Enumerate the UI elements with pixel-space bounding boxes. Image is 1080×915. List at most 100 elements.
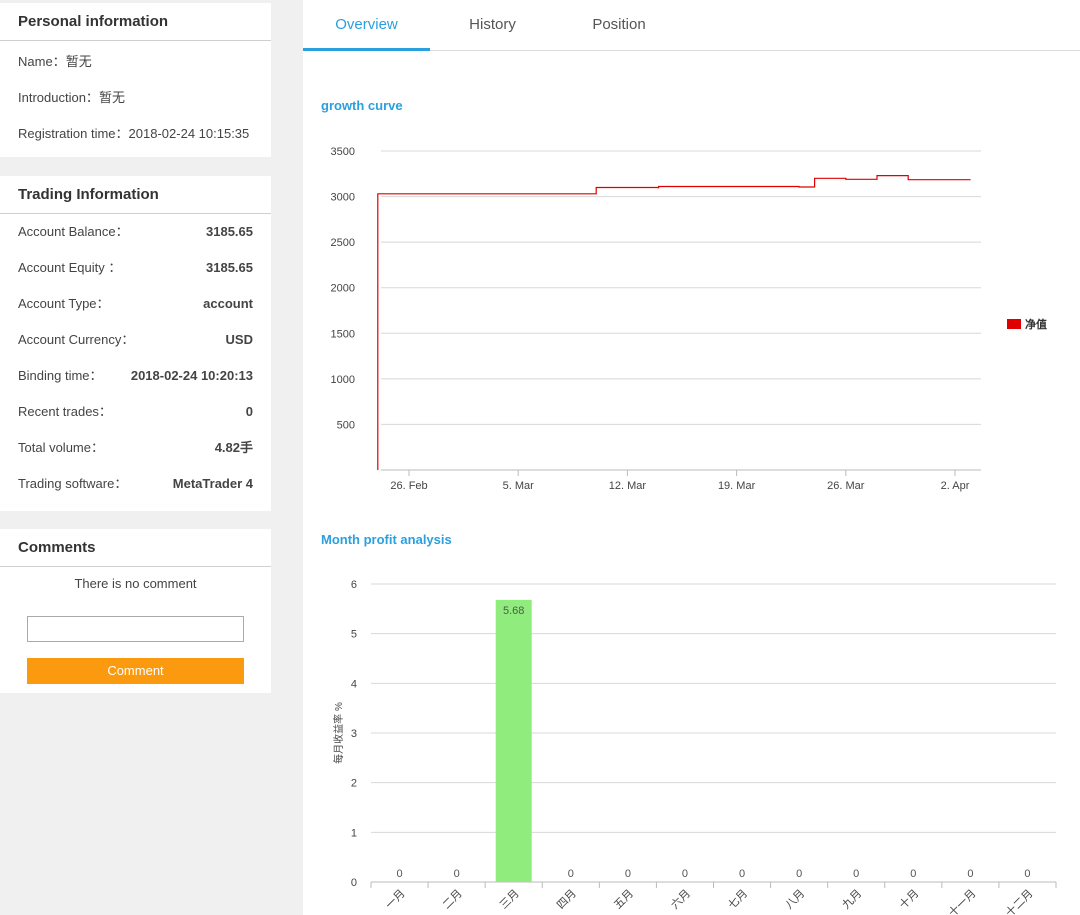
x-tick-label: 三月 xyxy=(498,888,522,912)
account-equity-label: Account Equity ： xyxy=(18,260,122,275)
bar-value-label: 0 xyxy=(910,868,916,880)
account-balance-value: 3185.65 xyxy=(206,224,253,239)
legend-label: 净值 xyxy=(1025,317,1047,331)
growth-curve-chart: 500 1000 1500 2000 2500 3000 3500 26. Feb 5. Mar… xyxy=(331,146,1047,492)
tab-overview[interactable]: Overview xyxy=(303,0,430,51)
personal-info-title: Personal information xyxy=(0,3,271,41)
x-tick-label: 26. Mar xyxy=(827,480,865,492)
y-axis-label: 每月收益率 % xyxy=(332,702,345,764)
info-row-binding-time: Binding time： 2018-02-24 10:20:13 xyxy=(0,358,271,394)
x-tick-label: 四月 xyxy=(555,888,579,912)
x-tick-label: 2. Apr xyxy=(941,480,970,492)
y-tick-label: 3 xyxy=(351,728,357,740)
info-row-trading-software: Trading software： MetaTrader 4 xyxy=(0,466,271,502)
x-tick-label: 26. Feb xyxy=(390,480,427,492)
x-tick-label: 八月 xyxy=(783,888,807,912)
registration-time-value: 2018-02-24 10:15:35 xyxy=(128,126,250,141)
bar-value-label: 0 xyxy=(853,868,859,880)
info-row-recent-trades: Recent trades： 0 xyxy=(0,394,271,430)
comment-button[interactable]: Comment xyxy=(27,658,244,684)
month-profit-title: Month profit analysis xyxy=(321,532,452,547)
x-tick-label: 七月 xyxy=(725,887,750,912)
bar-value-label: 0 xyxy=(796,868,802,880)
y-tick-label: 1 xyxy=(351,827,357,839)
y-tick-label: 2 xyxy=(351,778,357,790)
x-tick-label: 十一月 xyxy=(945,886,978,915)
recent-trades-label: Recent trades： xyxy=(18,404,112,419)
comments-title: Comments xyxy=(0,529,271,567)
account-currency-value: USD xyxy=(225,332,253,347)
bar-value-label: 0 xyxy=(1024,868,1030,880)
info-row-account-balance: Account Balance： 3185.65 xyxy=(0,214,271,250)
tab-bar: Overview History Position xyxy=(303,0,1080,51)
x-tick-label: 六月 xyxy=(668,887,693,912)
account-balance-label: Account Balance： xyxy=(18,224,129,239)
month-profit-chart: 0 1 2 3 4 5 6 每月收益率 % 0 一月 0 二月 5.68 三月 0 四月 0 五月 0 六月 0 七月 0 八… xyxy=(332,579,1057,915)
name-label: Name： xyxy=(18,54,66,69)
trading-software-label: Trading software： xyxy=(18,476,128,491)
registration-time-label: Registration time： xyxy=(18,126,129,141)
info-row-account-equity: Account Equity ： 3185.65 xyxy=(0,250,271,286)
growth-curve-title: growth curve xyxy=(321,98,403,113)
comments-card: Comments There is no comment Comment xyxy=(0,529,271,693)
y-tick-label: 3000 xyxy=(331,192,355,204)
introduction-value: 暂无 xyxy=(98,90,125,105)
total-volume-value: 4.82手 xyxy=(214,440,253,455)
x-tick-label: 五月 xyxy=(612,888,636,912)
y-tick-label: 0 xyxy=(351,877,357,889)
y-tick-label: 2500 xyxy=(331,237,355,249)
account-type-value: account xyxy=(203,296,253,311)
main-panel: Overview History Position growth curve 5… xyxy=(303,0,1080,915)
x-tick-label: 12. Mar xyxy=(609,480,647,492)
y-tick-label: 1000 xyxy=(331,374,355,386)
trading-info-card: Trading Information Account Balance： 3185… xyxy=(0,176,271,511)
info-row-total-volume: Total volume： 4.82手 xyxy=(0,430,271,466)
x-tick-label: 二月 xyxy=(441,888,465,912)
y-tick-label: 5 xyxy=(351,629,357,641)
comment-input[interactable] xyxy=(27,616,244,642)
bar-value-label: 0 xyxy=(967,868,973,880)
x-tick-label: 十二月 xyxy=(1002,886,1035,915)
name-value: 暂无 xyxy=(65,54,92,69)
bar-value-label: 0 xyxy=(625,868,631,880)
binding-time-value: 2018-02-24 10:20:13 xyxy=(130,368,253,383)
legend-swatch xyxy=(1007,319,1021,329)
y-tick-label: 2000 xyxy=(331,283,355,295)
info-row-name: Name：暂无 xyxy=(0,44,271,80)
trading-info-title: Trading Information xyxy=(0,176,271,214)
bar-3 xyxy=(495,599,532,882)
no-comment-text: There is no comment xyxy=(74,576,197,591)
y-tick-label: 6 xyxy=(351,579,357,591)
info-row-registration-time: Registration time：2018-02-24 10:15:35 xyxy=(0,116,271,152)
x-tick-label: 十月 xyxy=(896,886,921,911)
info-row-introduction: Introduction：暂无 xyxy=(0,80,271,116)
y-tick-label: 3500 xyxy=(331,146,355,158)
binding-time-label: Binding time： xyxy=(18,368,103,383)
bar-value-label: 0 xyxy=(682,868,688,880)
account-type-label: Account Type： xyxy=(18,296,110,311)
bar-value-label: 0 xyxy=(454,868,460,880)
x-tick-label: 一月 xyxy=(384,888,408,912)
bar-value-label: 0 xyxy=(739,868,745,880)
bar-value-label: 0 xyxy=(396,868,402,880)
y-tick-label: 500 xyxy=(337,419,355,431)
series-line-net-value xyxy=(377,175,971,470)
account-equity-value: 3185.65 xyxy=(206,260,253,275)
x-tick-label: 19. Mar xyxy=(718,480,756,492)
introduction-label: Introduction： xyxy=(18,90,99,105)
tab-history[interactable]: History xyxy=(430,0,555,50)
tab-position[interactable]: Position xyxy=(555,0,683,50)
info-row-account-type: Account Type： account xyxy=(0,286,271,322)
bar-value-label: 5.68 xyxy=(503,605,524,617)
y-tick-label: 1500 xyxy=(331,328,355,340)
x-tick-label: 九月 xyxy=(840,887,865,912)
total-volume-label: Total volume： xyxy=(18,440,104,455)
account-currency-label: Account Currency： xyxy=(18,332,135,347)
y-tick-label: 4 xyxy=(351,678,357,690)
info-row-account-currency: Account Currency： USD xyxy=(0,322,271,358)
trading-software-value: MetaTrader 4 xyxy=(172,476,253,491)
bar-value-label: 0 xyxy=(568,868,574,880)
personal-info-card: Personal information Name：暂无 Introductio… xyxy=(0,3,271,157)
x-tick-label: 5. Mar xyxy=(503,480,535,492)
recent-trades-value: 0 xyxy=(245,404,253,419)
